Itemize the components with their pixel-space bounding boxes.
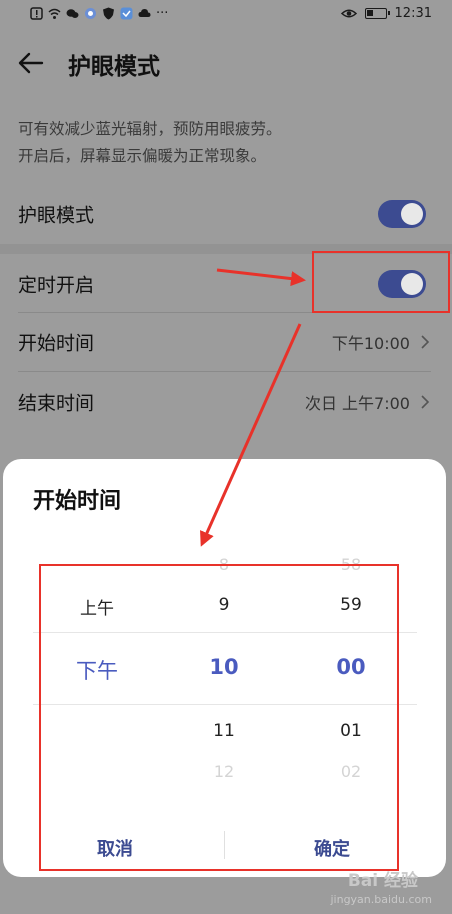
- eye-icon: [340, 9, 357, 18]
- chevron-right-icon: [421, 335, 430, 349]
- alert-icon: [30, 7, 43, 20]
- description: 可有效减少蓝光辐射，预防用眼疲劳。 开启后，屏幕显示偏暖为正常现象。: [18, 116, 282, 170]
- app-icon: [120, 7, 133, 20]
- page-title: 护眼模式: [68, 54, 160, 80]
- start-time-label: 开始时间: [18, 332, 95, 355]
- wifi-icon: [48, 8, 61, 19]
- start-time-row[interactable]: 开始时间 下午10:00: [0, 312, 452, 372]
- more-notifications: ···: [156, 6, 169, 21]
- eye-comfort-toggle[interactable]: [378, 200, 426, 228]
- chat-icon: [66, 9, 79, 18]
- eye-comfort-row[interactable]: 护眼模式: [0, 184, 452, 244]
- browser-icon: [85, 8, 96, 19]
- description-line-1: 可有效减少蓝光辐射，预防用眼疲劳。: [18, 120, 282, 138]
- status-icons-left: ···: [30, 6, 168, 21]
- watermark: Bai 经验: [347, 871, 418, 891]
- description-line-2: 开启后，屏幕显示偏暖为正常现象。: [18, 147, 267, 165]
- eye-comfort-label: 护眼模式: [18, 204, 95, 227]
- arrow-left-icon[interactable]: [16, 48, 46, 78]
- end-time-row[interactable]: 结束时间 次日 上午7:00: [0, 372, 452, 432]
- chevron-right-icon: [421, 395, 430, 409]
- battery-icon: [364, 8, 390, 19]
- scheduled-label: 定时开启: [18, 274, 95, 297]
- end-time-value: 次日 上午7:00: [304, 394, 410, 413]
- dialog-title: 开始时间: [33, 489, 122, 514]
- watermark-url: jingyan.baidu.com: [330, 893, 432, 906]
- annotation-toggle-highlight: [312, 251, 450, 313]
- start-time-value: 下午10:00: [331, 334, 410, 353]
- end-time-label: 结束时间: [18, 392, 95, 415]
- cloud-icon: [138, 9, 151, 17]
- shield-icon: [103, 7, 114, 20]
- header: 护眼模式: [0, 30, 452, 96]
- status-bar: ··· 12:31: [0, 0, 452, 30]
- status-icons-right: 12:31: [340, 6, 432, 21]
- annotation-picker-highlight: [39, 564, 399, 871]
- toggle-knob: [401, 203, 423, 225]
- status-time: 12:31: [394, 6, 432, 21]
